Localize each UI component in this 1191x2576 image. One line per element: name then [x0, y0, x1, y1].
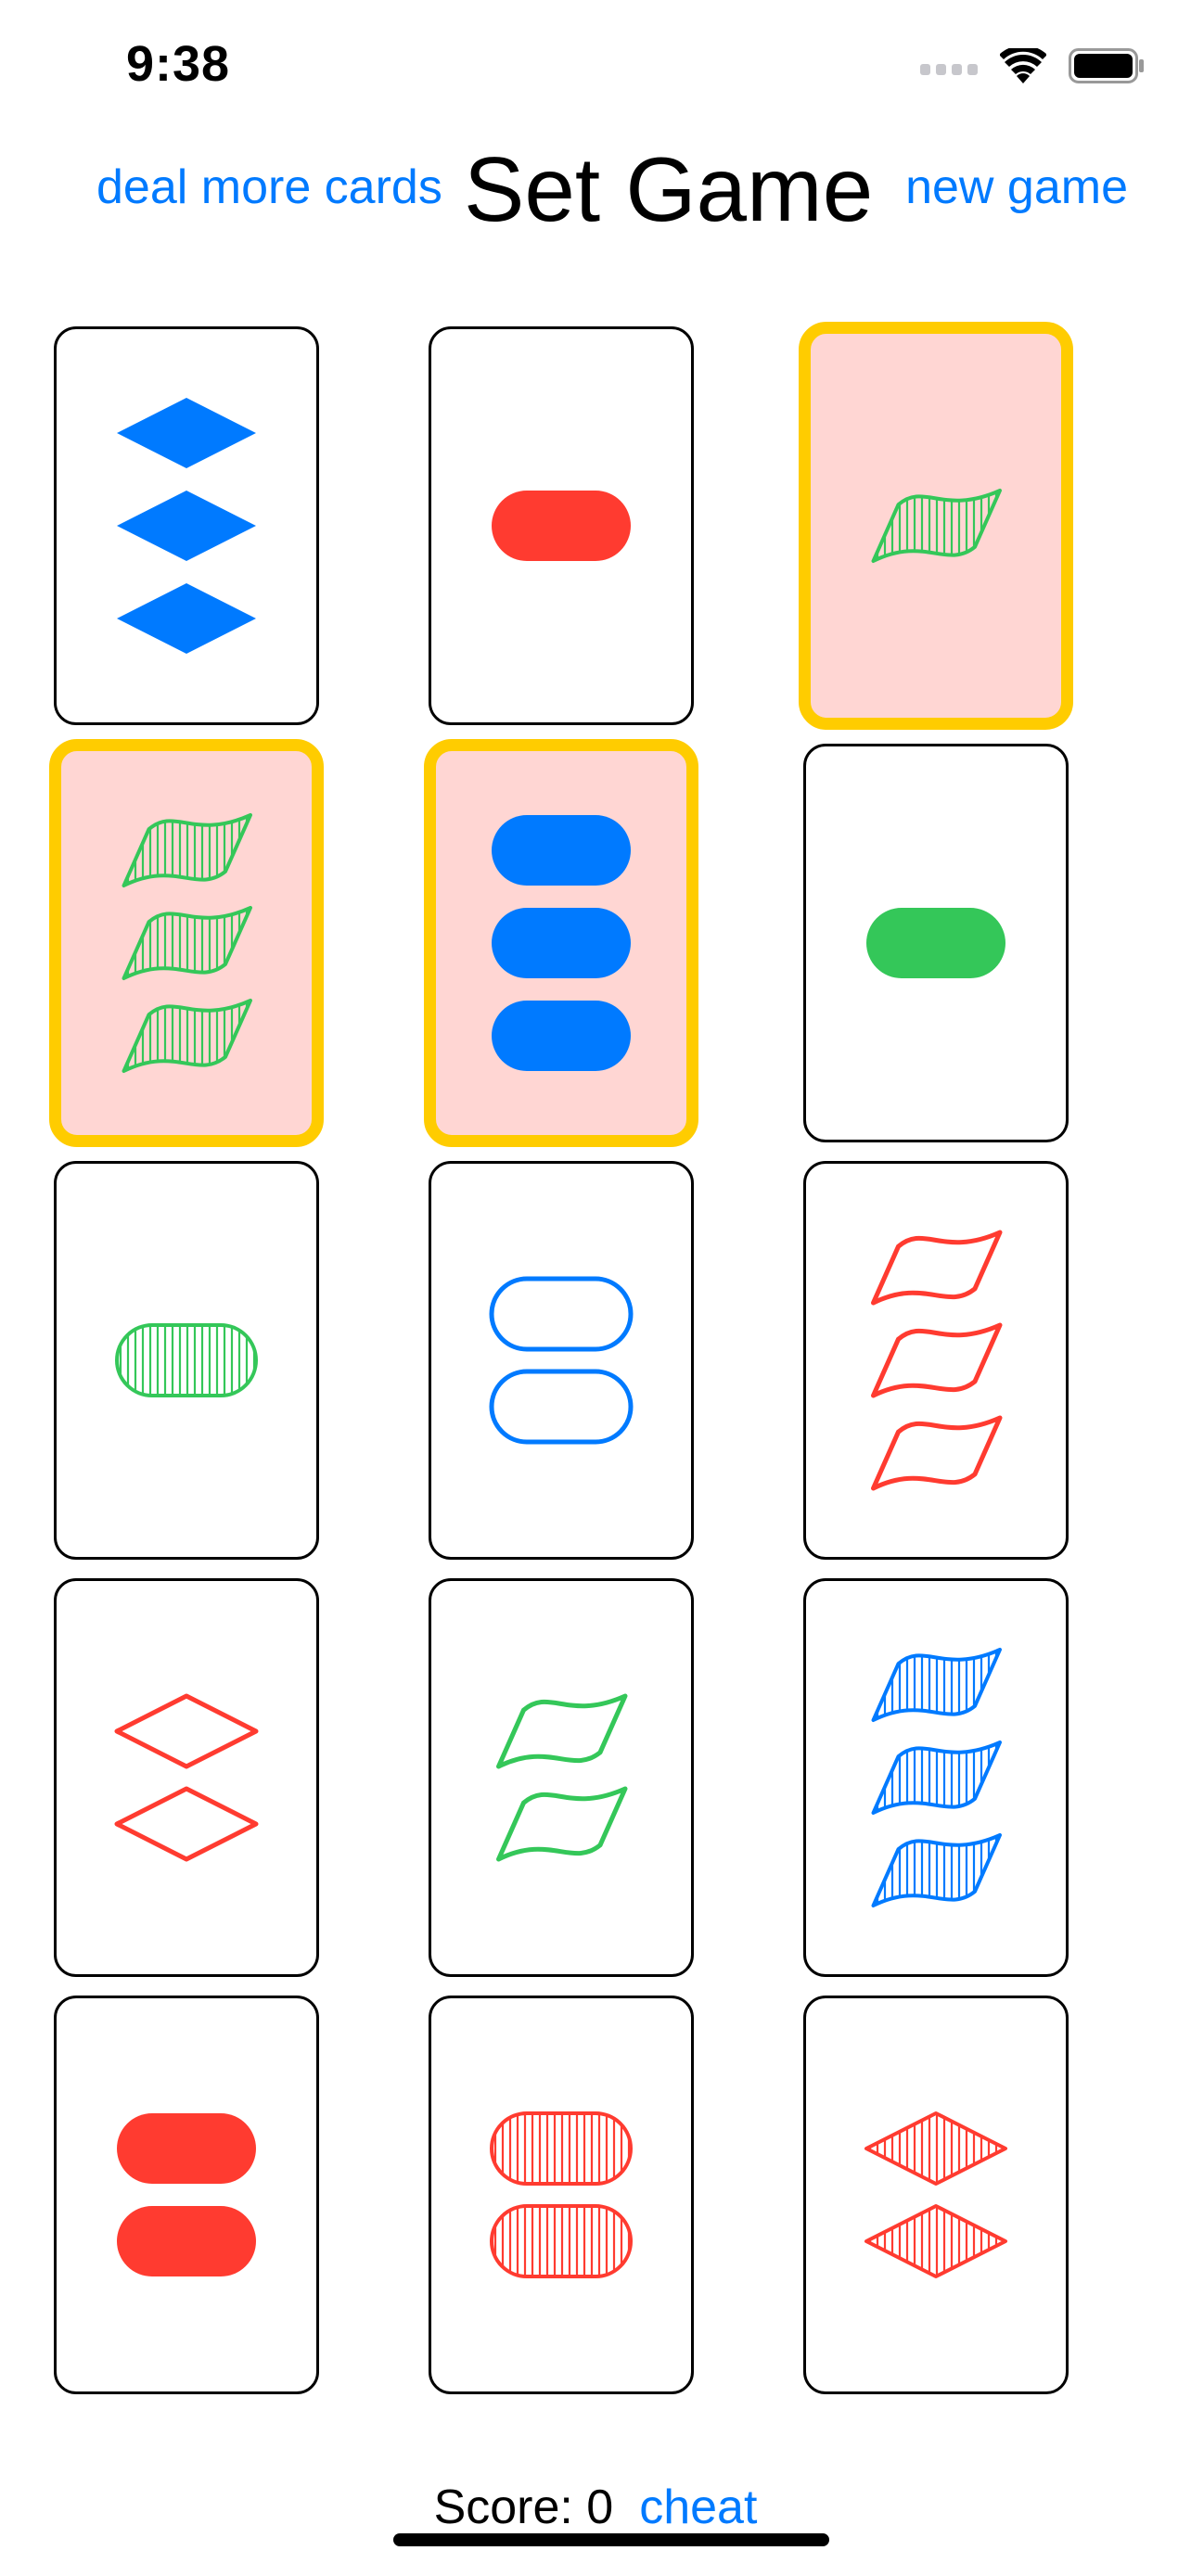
card[interactable] [429, 1161, 694, 1560]
diamond-symbol [117, 583, 256, 654]
card[interactable] [803, 1161, 1069, 1560]
diamond-symbol [864, 2111, 1007, 2186]
card[interactable] [49, 739, 324, 1147]
oval-symbol [490, 2111, 633, 2186]
squiggle-symbol [496, 1693, 628, 1769]
card[interactable] [429, 326, 694, 725]
cheat-button[interactable]: cheat [639, 2480, 757, 2535]
diamond-symbol [114, 1786, 259, 1862]
card[interactable] [803, 744, 1069, 1142]
oval-symbol [492, 815, 631, 886]
score-label: Score: 0 [433, 2480, 614, 2534]
diamond-symbol [117, 398, 256, 468]
oval-symbol [492, 491, 631, 561]
squiggle-symbol [871, 1415, 1003, 1491]
card-symbols [871, 1230, 1003, 1491]
diamond-symbol [117, 491, 256, 561]
card-symbols [871, 489, 1002, 563]
card[interactable] [429, 1996, 694, 2394]
deal-more-cards-button[interactable]: deal more cards [96, 159, 442, 215]
card[interactable] [803, 1996, 1069, 2394]
card-symbols [117, 2113, 256, 2276]
oval-symbol [117, 2206, 256, 2276]
oval-symbol [492, 908, 631, 978]
home-indicator[interactable] [393, 2533, 829, 2546]
status-time: 9:38 [126, 36, 231, 92]
diamond-symbol [114, 1693, 259, 1769]
card[interactable] [424, 739, 698, 1147]
footer: Score: 0 cheat [0, 2480, 1191, 2535]
squiggle-symbol [871, 489, 1002, 563]
card-symbols [117, 398, 256, 654]
page-title: Set Game [464, 138, 874, 240]
oval-symbol [490, 2204, 633, 2278]
card[interactable] [54, 1161, 319, 1560]
new-game-button[interactable]: new game [905, 159, 1128, 215]
oval-symbol [492, 1001, 631, 1071]
wifi-icon [999, 45, 1047, 88]
squiggle-symbol [122, 999, 252, 1073]
card[interactable] [429, 1578, 694, 1977]
squiggle-symbol [871, 1648, 1002, 1722]
cellular-signal-icon [920, 57, 978, 80]
card[interactable] [54, 1578, 319, 1977]
card-symbols [871, 1648, 1002, 1907]
oval-symbol [489, 1369, 634, 1445]
card-symbols [866, 908, 1005, 978]
squiggle-symbol [871, 1741, 1002, 1815]
card-grid [0, 0, 1191, 2576]
set-game-screen: 9:38 deal more cards Set Game new game S… [0, 0, 1191, 2576]
card-symbols [864, 2111, 1007, 2278]
squiggle-symbol [871, 1322, 1003, 1398]
status-icons [920, 45, 1145, 91]
squiggle-symbol [871, 1833, 1002, 1907]
squiggle-symbol [122, 813, 252, 887]
card-symbols [489, 1276, 634, 1445]
card[interactable] [54, 326, 319, 725]
card-symbols [496, 1693, 628, 1862]
card[interactable] [799, 322, 1073, 730]
card[interactable] [803, 1578, 1069, 1977]
oval-symbol [866, 908, 1005, 978]
card-symbols [492, 491, 631, 561]
oval-symbol [115, 1323, 258, 1397]
card-symbols [490, 2111, 633, 2278]
diamond-symbol [864, 2204, 1007, 2278]
oval-symbol [489, 1276, 634, 1352]
card-symbols [115, 1323, 258, 1397]
battery-icon [1069, 47, 1145, 88]
squiggle-symbol [496, 1786, 628, 1862]
card[interactable] [54, 1996, 319, 2394]
squiggle-symbol [871, 1230, 1003, 1306]
card-symbols [114, 1693, 259, 1862]
oval-symbol [117, 2113, 256, 2184]
squiggle-symbol [122, 906, 252, 980]
card-symbols [492, 815, 631, 1071]
card-symbols [122, 813, 252, 1073]
